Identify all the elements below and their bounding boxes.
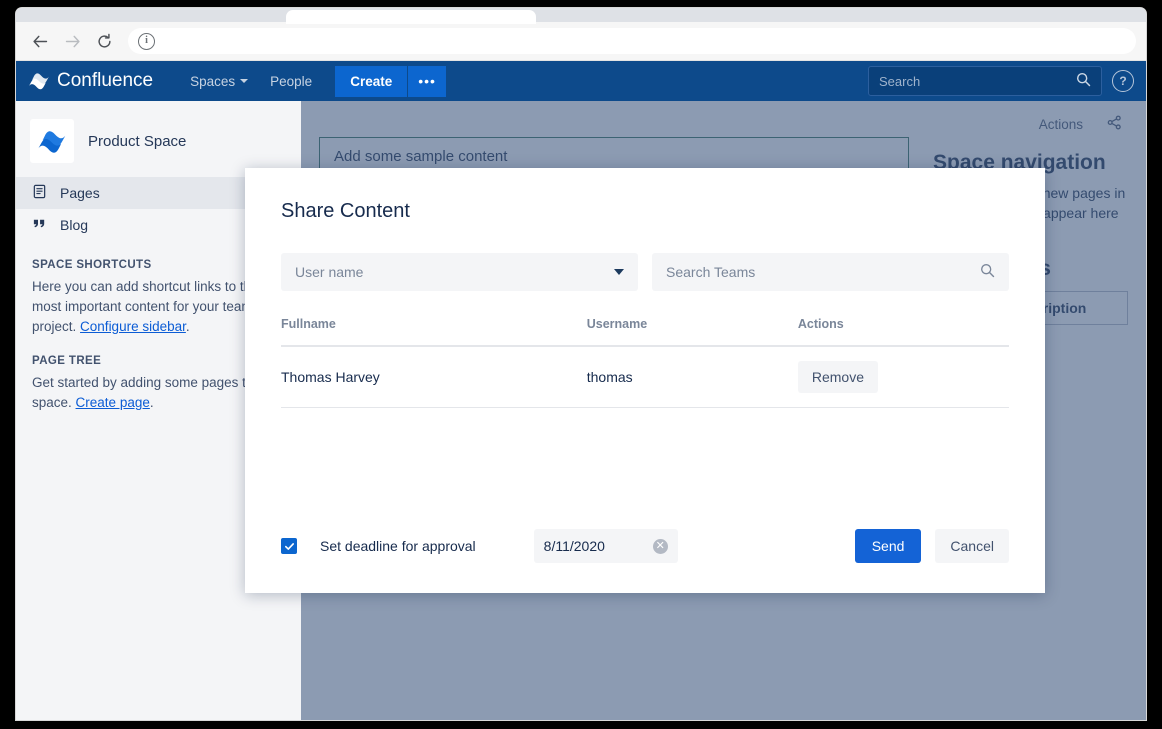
nav-item-spaces-label: Spaces bbox=[190, 74, 235, 89]
confluence-app: Confluence Spaces People Create ••• Sear… bbox=[16, 61, 1146, 720]
remove-button[interactable]: Remove bbox=[798, 361, 878, 393]
space-avatar bbox=[30, 119, 74, 163]
confluence-mark-icon bbox=[37, 128, 67, 155]
top-navigation-right: Search ? bbox=[868, 66, 1134, 96]
address-bar[interactable]: i bbox=[128, 28, 1136, 54]
nav-item-people-label: People bbox=[270, 74, 312, 89]
configure-sidebar-link[interactable]: Configure sidebar bbox=[80, 319, 186, 334]
send-button[interactable]: Send bbox=[855, 529, 922, 563]
reload-icon[interactable] bbox=[90, 27, 118, 55]
deadline-date-input[interactable]: 8/11/2020 ✕ bbox=[534, 529, 678, 563]
pages-icon bbox=[32, 184, 47, 202]
browser-tab[interactable] bbox=[286, 10, 536, 24]
nav-item-spaces[interactable]: Spaces bbox=[179, 67, 259, 96]
dialog-footer: Set deadline for approval 8/11/2020 ✕ Se… bbox=[245, 529, 1045, 593]
deadline-checkbox[interactable] bbox=[281, 538, 297, 554]
search-teams-placeholder: Search Teams bbox=[666, 264, 755, 280]
cell-fullname: Thomas Harvey bbox=[281, 346, 587, 408]
chevron-down-icon bbox=[614, 269, 624, 275]
quote-icon bbox=[32, 216, 47, 234]
confluence-logo[interactable]: Confluence bbox=[28, 70, 153, 92]
search-input[interactable]: Search bbox=[868, 66, 1102, 96]
nav-item-people[interactable]: People bbox=[259, 67, 323, 96]
cell-actions: Remove bbox=[798, 346, 1009, 408]
column-fullname: Fullname bbox=[281, 317, 587, 346]
create-button[interactable]: Create bbox=[335, 66, 407, 97]
search-placeholder: Search bbox=[879, 74, 920, 89]
clear-icon[interactable]: ✕ bbox=[653, 539, 668, 554]
table-header-row: Fullname Username Actions bbox=[281, 317, 1009, 346]
column-actions: Actions bbox=[798, 317, 1009, 346]
brand-label: Confluence bbox=[57, 70, 153, 92]
dialog-field-row: User name Search Teams bbox=[281, 253, 1009, 291]
more-actions-button[interactable]: ••• bbox=[408, 66, 446, 97]
confluence-mark-icon bbox=[28, 71, 50, 91]
search-icon bbox=[980, 263, 995, 281]
dialog-body: User name Search Teams bbox=[245, 223, 1045, 529]
user-name-select-value: User name bbox=[295, 264, 363, 280]
create-page-link[interactable]: Create page bbox=[76, 395, 150, 410]
top-navigation: Confluence Spaces People Create ••• Sear… bbox=[16, 61, 1146, 101]
shared-users-table: Fullname Username Actions Thomas Harvey … bbox=[281, 317, 1009, 408]
cell-username: thomas bbox=[587, 346, 798, 408]
table-row: Thomas Harvey thomas Remove bbox=[281, 346, 1009, 408]
column-username: Username bbox=[587, 317, 798, 346]
browser-window: i Confluence Spaces People bbox=[16, 8, 1146, 720]
deadline-date-value: 8/11/2020 bbox=[544, 538, 605, 554]
help-icon[interactable]: ? bbox=[1112, 70, 1134, 92]
browser-toolbar: i bbox=[16, 22, 1146, 61]
deadline-label: Set deadline for approval bbox=[320, 538, 476, 554]
browser-tabstrip bbox=[16, 8, 1146, 22]
user-name-select[interactable]: User name bbox=[281, 253, 638, 291]
screenshot-root: i Confluence Spaces People bbox=[0, 0, 1162, 729]
space-name: Product Space bbox=[88, 133, 186, 150]
search-teams-input[interactable]: Search Teams bbox=[652, 253, 1009, 291]
forward-arrow-icon[interactable] bbox=[58, 27, 86, 55]
back-arrow-icon[interactable] bbox=[26, 27, 54, 55]
chevron-down-icon bbox=[240, 79, 248, 83]
cancel-button[interactable]: Cancel bbox=[935, 529, 1009, 563]
search-icon bbox=[1076, 72, 1091, 90]
info-icon: i bbox=[138, 33, 155, 50]
sidebar-item-pages-label: Pages bbox=[60, 185, 100, 201]
space-header[interactable]: Product Space bbox=[16, 101, 301, 177]
sidebar-pagetree-body: Get started by adding some pages to this… bbox=[32, 375, 278, 410]
share-content-dialog: Share Content User name Search Teams bbox=[245, 168, 1045, 593]
dialog-title: Share Content bbox=[245, 168, 1045, 223]
check-icon bbox=[284, 541, 295, 552]
sidebar-item-blog-label: Blog bbox=[60, 217, 88, 233]
